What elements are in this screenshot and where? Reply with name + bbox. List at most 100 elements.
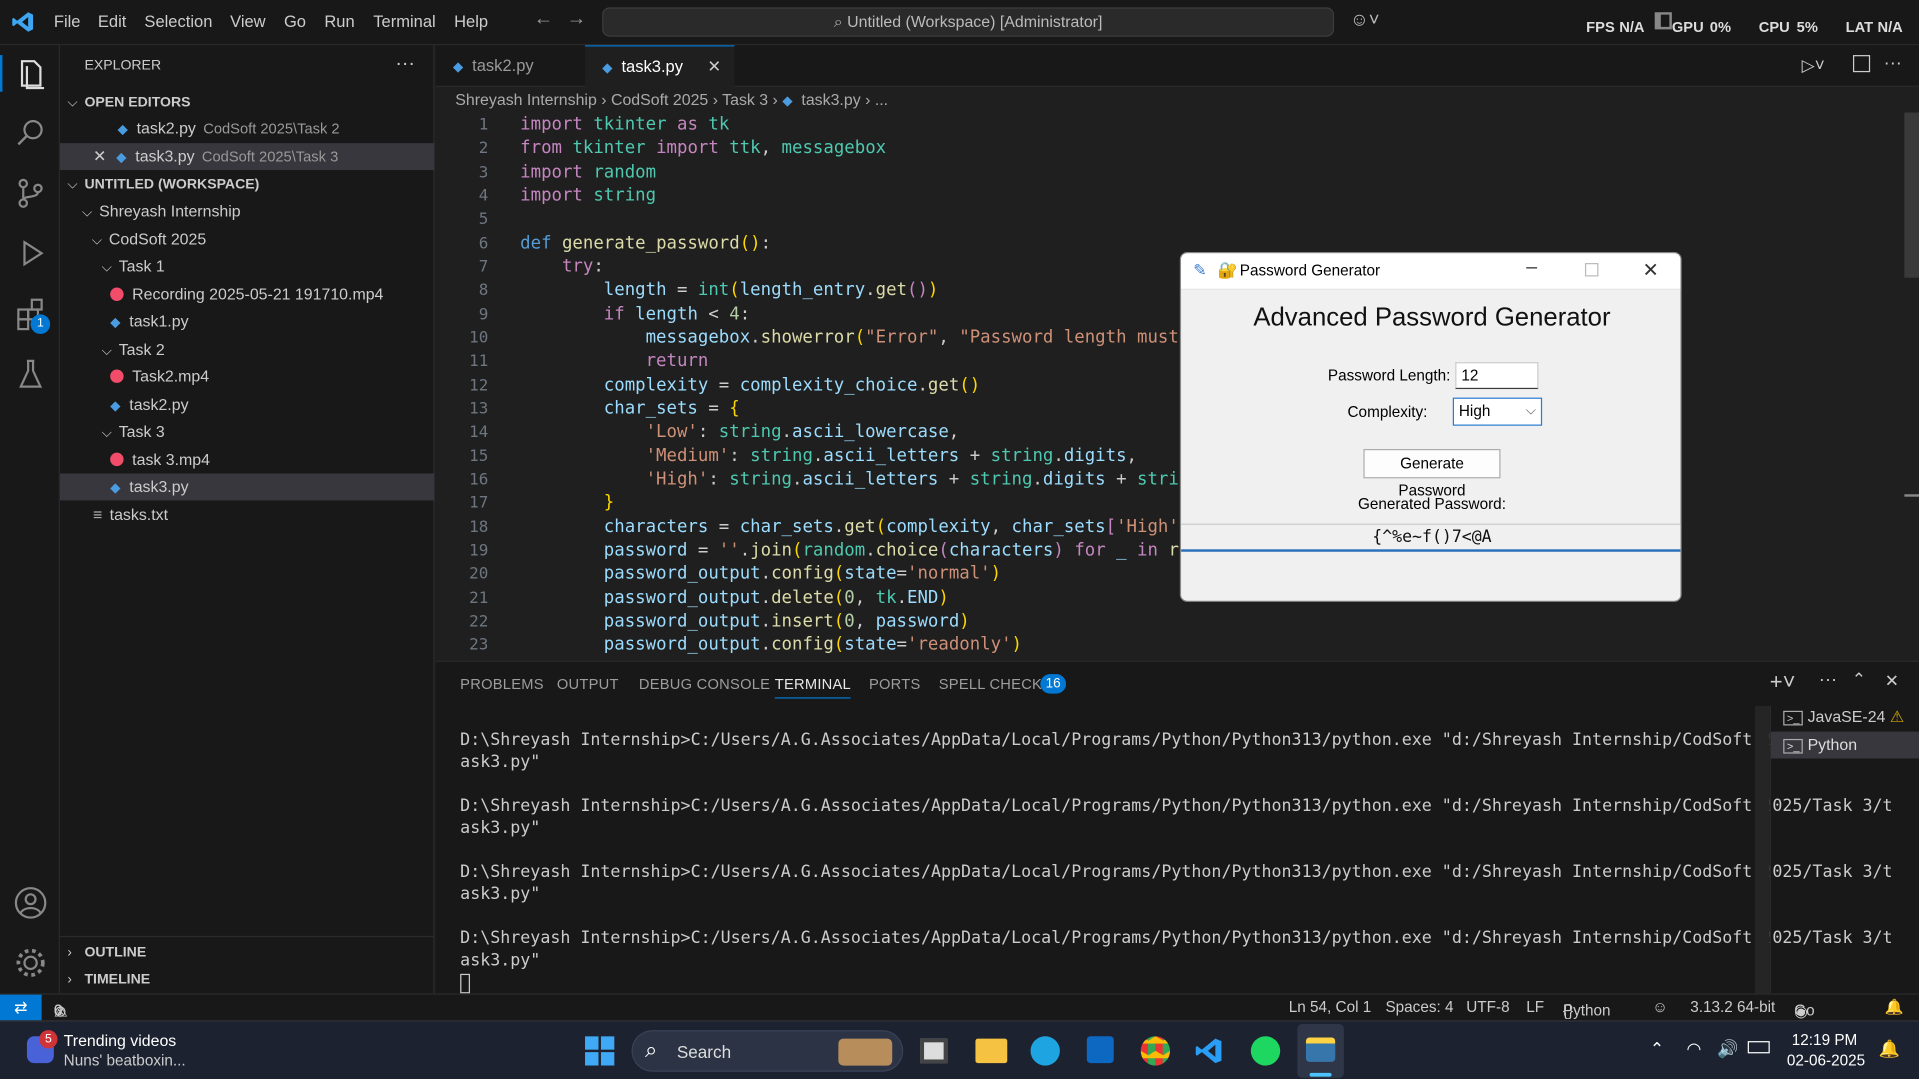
timeline-header[interactable]: › TIMELINE <box>67 965 150 992</box>
tab-terminal[interactable]: TERMINAL <box>774 675 851 699</box>
menu-run[interactable]: Run <box>324 12 354 30</box>
notification-bell-icon[interactable]: 🔔 <box>1879 1039 1900 1060</box>
news-title[interactable]: Trending videos <box>64 1031 177 1049</box>
tab-debug-console[interactable]: DEBUG CONSOLE <box>639 675 770 692</box>
copilot-status-icon[interactable]: ☺ <box>1652 998 1668 1015</box>
tab-task2[interactable]: ◆ task2.py <box>436 45 585 87</box>
chrome-icon[interactable] <box>1140 1036 1171 1066</box>
run-debug-icon[interactable] <box>12 235 49 272</box>
remote-icon[interactable]: ⇄ <box>0 994 42 1022</box>
code-editor[interactable]: 1 2 3 4 5 6 7 8 9 10 11 12 13 14 15 16 17 18 19 20 21 22 23 im… <box>436 113 1905 661</box>
windows-start-icon[interactable] <box>585 1036 615 1066</box>
outline-header[interactable]: › OUTLINE <box>67 938 146 965</box>
tree-folder[interactable]: ⌵ Shreyash Internship <box>82 198 241 225</box>
terminal-item[interactable]: >_ Python <box>1783 735 1857 754</box>
generate-password-button[interactable]: Generate Password <box>1363 448 1501 499</box>
news-subtitle[interactable]: Nuns' beatboxin... <box>64 1052 186 1069</box>
more-actions-icon[interactable]: ··· <box>395 51 415 78</box>
close-icon[interactable]: ✕ <box>1642 258 1658 282</box>
menu-help[interactable]: Help <box>454 12 488 30</box>
terminal-item[interactable]: >_ JavaSE-24 ⚠ <box>1783 707 1904 727</box>
more-actions-icon[interactable]: ··· <box>1819 669 1837 690</box>
breadcrumb-item[interactable]: task3.py <box>801 91 860 109</box>
minimize-icon[interactable]: – <box>1526 257 1537 279</box>
tree-folder[interactable]: ⌵ Task 1 <box>102 253 165 280</box>
tree-file[interactable]: Task2.mp4 <box>110 363 209 390</box>
menu-terminal[interactable]: Terminal <box>373 12 435 30</box>
layout-sidebar-icon[interactable] <box>1654 12 1672 30</box>
testing-flask-icon[interactable] <box>12 356 49 393</box>
open-editor-item[interactable]: ✕ ◆ task3.py CodSoft 2025\Task 3 <box>93 143 338 170</box>
menu-go[interactable]: Go <box>284 12 306 30</box>
workspace-header[interactable]: ⌵ UNTITLED (WORKSPACE) <box>67 170 259 197</box>
edge-browser-icon[interactable] <box>1030 1036 1060 1066</box>
tree-file[interactable]: Recording 2025-05-21 191710.mp4 <box>110 281 383 308</box>
copilot-icon[interactable]: ☺˅ <box>1350 10 1379 31</box>
line-ending[interactable]: LF <box>1526 998 1544 1015</box>
dialog-title-bar[interactable]: ✎ 🔐 Password Generator – ✕ <box>1181 253 1681 290</box>
open-editor-item[interactable]: ◆ task2.py CodSoft 2025\Task 2 <box>117 115 339 142</box>
battery-icon[interactable] <box>1747 1041 1770 1054</box>
maximize-icon[interactable] <box>1584 263 1599 277</box>
menu-view[interactable]: View <box>230 12 266 30</box>
close-panel-icon[interactable]: ✕ <box>1885 670 1899 691</box>
tab-ports[interactable]: PORTS <box>869 675 921 692</box>
file-explorer-icon[interactable] <box>975 1038 1008 1064</box>
tree-file[interactable]: ≡ tasks.txt <box>93 502 168 529</box>
tree-file[interactable]: ◆ task1.py <box>110 308 188 335</box>
new-terminal-icon[interactable]: +˅ <box>1770 669 1796 695</box>
tab-problems[interactable]: PROBLEMS <box>460 675 544 692</box>
indentation[interactable]: Spaces: 4 <box>1385 998 1453 1015</box>
clock-time[interactable]: 12:19 PM <box>1792 1031 1857 1048</box>
split-editor-icon[interactable] <box>1852 55 1871 73</box>
search-icon[interactable] <box>12 115 49 152</box>
spotify-icon[interactable] <box>1250 1036 1281 1066</box>
breadcrumb-item[interactable]: Task 3 <box>722 91 768 109</box>
forward-arrow-icon[interactable]: → <box>567 9 587 31</box>
complexity-select[interactable]: High ⌵ <box>1452 397 1543 426</box>
tree-file[interactable]: task 3.mp4 <box>110 447 210 474</box>
cursor-position[interactable]: Ln 54, Col 1 <box>1289 998 1372 1015</box>
source-control-icon[interactable] <box>12 175 49 212</box>
command-center[interactable]: ⌕ Untitled (Workspace) [Administrator] <box>602 7 1335 37</box>
breadcrumb-item[interactable]: Shreyash Internship <box>455 91 597 109</box>
settings-gear-icon[interactable] <box>12 944 49 981</box>
encoding[interactable]: UTF-8 <box>1466 998 1509 1015</box>
terminal-output[interactable]: D:\Shreyash Internship>C:/Users/A.G.Asso… <box>436 711 1893 995</box>
close-icon[interactable]: ✕ <box>93 147 106 165</box>
taskbar-search[interactable]: ⌕ Search <box>631 1030 904 1072</box>
wifi-icon[interactable]: ◠ <box>1687 1039 1702 1060</box>
volume-icon[interactable]: 🔊 <box>1717 1039 1738 1060</box>
tree-file[interactable]: ◆ task2.py <box>110 391 188 418</box>
tab-task3[interactable]: ◆ task3.py ✕ <box>585 45 735 88</box>
tree-file[interactable]: ◆ task3.py <box>110 473 188 500</box>
password-output[interactable]: {^%e~f()7<@A <box>1181 523 1681 552</box>
menu-edit[interactable]: Edit <box>98 12 126 30</box>
menu-selection[interactable]: Selection <box>144 12 212 30</box>
breadcrumb-item[interactable]: CodSoft 2025 <box>611 91 708 109</box>
run-file-icon[interactable]: ▷˅ <box>1802 55 1825 76</box>
maximize-panel-icon[interactable]: ⌃ <box>1852 669 1866 690</box>
back-arrow-icon[interactable]: ← <box>534 9 554 31</box>
tree-folder[interactable]: ⌵ Task 3 <box>102 418 165 445</box>
python-interpreter[interactable]: 3.13.2 64-bit <box>1690 998 1775 1015</box>
more-actions-icon[interactable]: ··· <box>1884 53 1902 74</box>
explorer-icon[interactable] <box>12 56 49 93</box>
vscode-taskbar-icon[interactable] <box>1195 1036 1224 1065</box>
terminal-scrollbar[interactable] <box>1755 705 1770 995</box>
python-tk-app-icon[interactable] <box>1305 1037 1336 1062</box>
menu-file[interactable]: File <box>54 12 81 30</box>
notifications-bell-icon[interactable]: 🔔 <box>1885 998 1904 1016</box>
close-icon[interactable]: ✕ <box>707 46 721 88</box>
editor-scrollbar[interactable] <box>1904 112 1919 661</box>
store-icon[interactable] <box>1086 1036 1114 1064</box>
task-view-icon[interactable] <box>920 1038 948 1064</box>
length-input[interactable] <box>1455 362 1539 390</box>
clock-date[interactable]: 02-06-2025 <box>1787 1052 1865 1069</box>
account-icon[interactable] <box>12 885 49 922</box>
tab-output[interactable]: OUTPUT <box>557 675 619 692</box>
breadcrumb-item[interactable]: ... <box>875 91 888 109</box>
tree-folder[interactable]: ⌵ CodSoft 2025 <box>92 226 206 253</box>
show-hidden-icons-chevron-up-icon[interactable]: ⌃ <box>1650 1039 1664 1060</box>
tree-folder[interactable]: ⌵ Task 2 <box>102 336 165 363</box>
